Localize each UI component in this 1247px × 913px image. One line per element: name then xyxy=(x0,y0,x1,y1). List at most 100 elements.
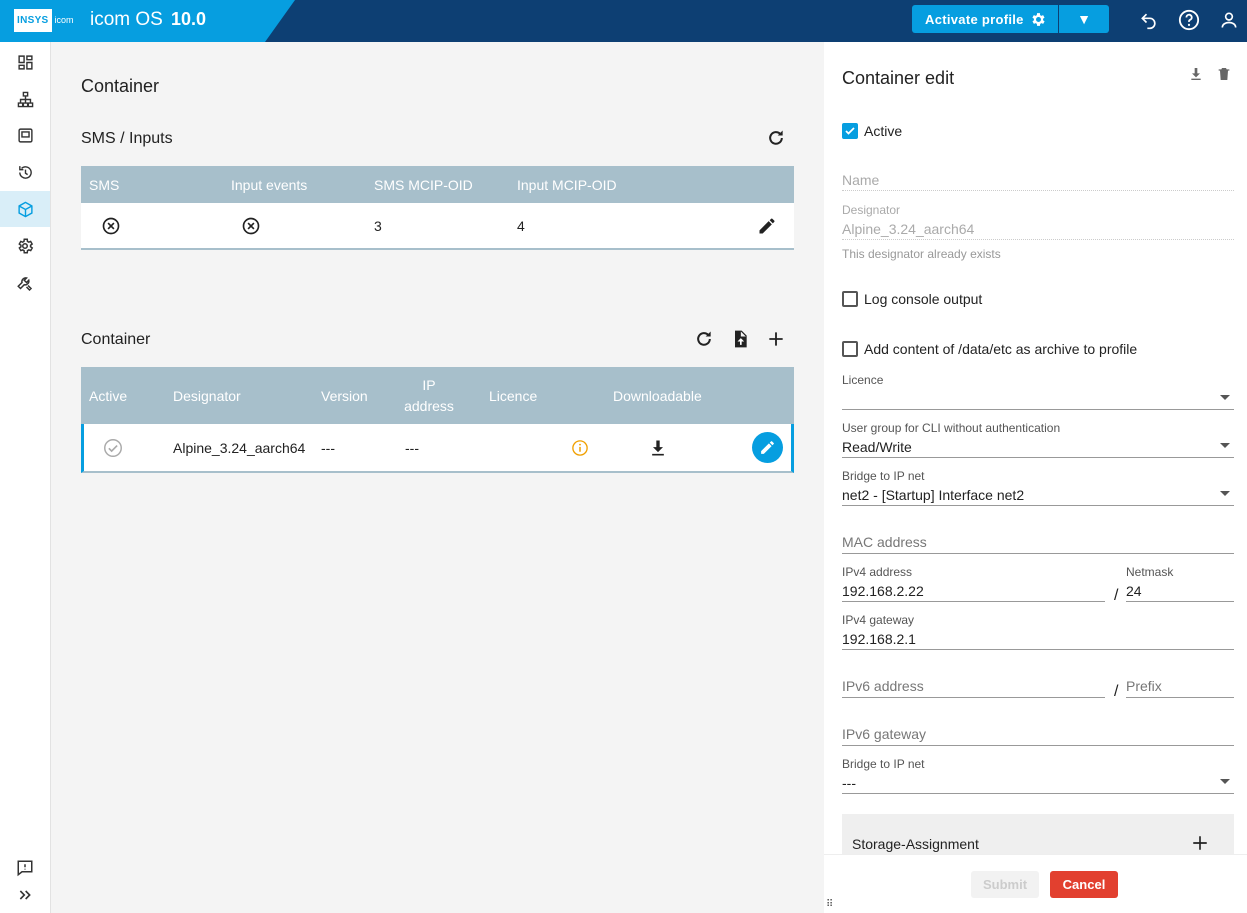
submit-button[interactable]: Submit xyxy=(971,871,1039,898)
prefix-placeholder: Prefix xyxy=(1126,678,1162,694)
bridge-value: net2 - [Startup] Interface net2 xyxy=(842,487,1025,503)
ipv4-gateway-input[interactable]: IPv4 gateway 192.168.2.1 xyxy=(842,612,1234,650)
designator-hint: This designator already exists xyxy=(842,247,1001,261)
col-input-mcip: Input MCIP-OID xyxy=(517,176,617,193)
col-licence: Licence xyxy=(489,387,538,404)
download-icon[interactable] xyxy=(648,424,668,471)
network-icon xyxy=(17,91,33,107)
storage-assignment-section: Storage-Assignment xyxy=(842,814,1234,854)
sms-disabled-icon xyxy=(101,203,121,248)
col-version: Version xyxy=(321,387,368,404)
edit-sms-icon[interactable] xyxy=(757,203,777,248)
table-row[interactable]: Alpine_3.24_aarch64 --- --- xyxy=(81,424,794,473)
bridge2-value: --- xyxy=(842,775,856,791)
tools-icon xyxy=(17,277,33,292)
expand-icon xyxy=(19,890,31,900)
log-console-checkbox[interactable] xyxy=(842,291,858,307)
col-ip-address: IP address xyxy=(404,376,454,414)
ipv4-slash: / xyxy=(1114,587,1119,604)
storage-label: Storage-Assignment xyxy=(852,836,979,852)
settings-icon xyxy=(18,238,34,254)
add-container-icon[interactable] xyxy=(764,327,788,351)
activate-profile-dropdown[interactable]: ▼ xyxy=(1059,5,1109,33)
log-console-label: Log console output xyxy=(864,291,983,307)
add-content-label: Add content of /data/etc as archive to p… xyxy=(864,341,1138,357)
sms-inputs-title: SMS / Inputs xyxy=(81,130,173,147)
ip-address-value: --- xyxy=(405,439,419,456)
ipv6-address-input[interactable]: IPv6 address xyxy=(842,676,1105,698)
dashboard-icon xyxy=(17,54,33,70)
container-table: Active Designator Version IP address Lic… xyxy=(81,367,794,473)
ipv6-gw-placeholder: IPv6 gateway xyxy=(842,726,927,742)
resize-handle-icon[interactable]: ⠿ xyxy=(826,899,833,910)
panel-delete-icon[interactable] xyxy=(1212,62,1236,86)
panel-download-icon[interactable] xyxy=(1184,62,1208,86)
panel-title: Container edit xyxy=(842,68,955,88)
add-content-checkbox[interactable] xyxy=(842,341,858,357)
sms-table-header: SMS Input events SMS MCIP-OID Input MCIP… xyxy=(81,166,794,203)
active-checkbox[interactable] xyxy=(842,123,858,139)
nav-expand[interactable] xyxy=(0,877,50,913)
container-icon xyxy=(17,201,33,217)
ipv4-label: IPv4 address xyxy=(842,565,913,579)
ipv4-address-input[interactable]: IPv4 address 192.168.2.22 xyxy=(842,564,1105,602)
activate-profile-label: Activate profile xyxy=(925,11,1024,27)
col-input-events: Input events xyxy=(231,176,308,193)
undo-icon[interactable] xyxy=(1138,9,1160,31)
page-title: Container xyxy=(81,76,160,96)
col-active: Active xyxy=(89,387,128,404)
add-content-row[interactable]: Add content of /data/etc as archive to p… xyxy=(842,341,1137,357)
edit-container-button[interactable] xyxy=(752,424,783,471)
panel-footer: Submit Cancel ⠿ xyxy=(824,854,1247,913)
device-icon xyxy=(17,127,33,143)
nav-settings[interactable] xyxy=(0,228,50,264)
insys-logo: INSYS icom xyxy=(14,8,74,32)
cancel-button[interactable]: Cancel xyxy=(1050,871,1118,898)
licence-select[interactable]: Licence xyxy=(842,372,1234,410)
nav-container[interactable] xyxy=(0,191,50,227)
bridge-label: Bridge to IP net xyxy=(842,469,925,483)
netmask-label: Netmask xyxy=(1126,565,1174,579)
upload-file-icon[interactable] xyxy=(728,327,752,351)
netmask-input[interactable]: Netmask 24 xyxy=(1126,564,1234,602)
nav-device[interactable] xyxy=(0,117,50,153)
dropdown-arrow-icon xyxy=(1220,491,1230,496)
help-icon[interactable] xyxy=(1178,9,1200,31)
ipv4-gw-label: IPv4 gateway xyxy=(842,613,915,627)
designator-value: Alpine_3.24_aarch64 xyxy=(173,439,306,456)
os-name: icom OS xyxy=(90,9,163,30)
user-icon[interactable] xyxy=(1218,9,1240,31)
add-storage-icon[interactable] xyxy=(1188,831,1212,855)
nav-history[interactable] xyxy=(0,154,50,190)
refresh-sms-icon[interactable] xyxy=(764,126,788,150)
name-field: Name xyxy=(842,168,1234,191)
prefix-input[interactable]: Prefix xyxy=(1126,676,1234,698)
ipv6-slash: / xyxy=(1114,683,1119,700)
ipv6-gateway-input[interactable]: IPv6 gateway xyxy=(842,724,1234,746)
log-console-row[interactable]: Log console output xyxy=(842,291,982,307)
side-navigation xyxy=(0,42,51,913)
activate-profile-button[interactable]: Activate profile xyxy=(912,5,1058,33)
feedback-icon xyxy=(17,860,33,877)
dropdown-arrow-icon xyxy=(1220,395,1230,400)
col-downloadable: Downloadable xyxy=(613,387,702,404)
refresh-container-icon[interactable] xyxy=(692,327,716,351)
logo-insys-text: INSYS xyxy=(14,8,52,32)
os-version: 10.0 xyxy=(171,9,207,29)
user-group-select[interactable]: User group for CLI without authenticatio… xyxy=(842,420,1234,458)
bridge2-label: Bridge to IP net xyxy=(842,757,925,771)
user-group-value: Read/Write xyxy=(842,439,912,455)
bridge-ip-net-select[interactable]: Bridge to IP net net2 - [Startup] Interf… xyxy=(842,468,1234,506)
nav-network[interactable] xyxy=(0,81,50,117)
user-group-label: User group for CLI without authenticatio… xyxy=(842,421,1061,435)
mac-placeholder: MAC address xyxy=(842,534,927,550)
nav-tools[interactable] xyxy=(0,266,50,302)
bridge-ip-net-select-2[interactable]: Bridge to IP net --- xyxy=(842,756,1234,794)
mac-address-input[interactable]: MAC address xyxy=(842,532,1234,554)
dropdown-arrow-icon xyxy=(1220,779,1230,784)
dropdown-arrow-icon xyxy=(1220,443,1230,448)
licence-info-icon[interactable] xyxy=(571,424,589,471)
active-checkbox-row[interactable]: Active xyxy=(842,123,902,139)
caret-down-icon: ▼ xyxy=(1077,11,1091,27)
nav-dashboard[interactable] xyxy=(0,44,50,80)
